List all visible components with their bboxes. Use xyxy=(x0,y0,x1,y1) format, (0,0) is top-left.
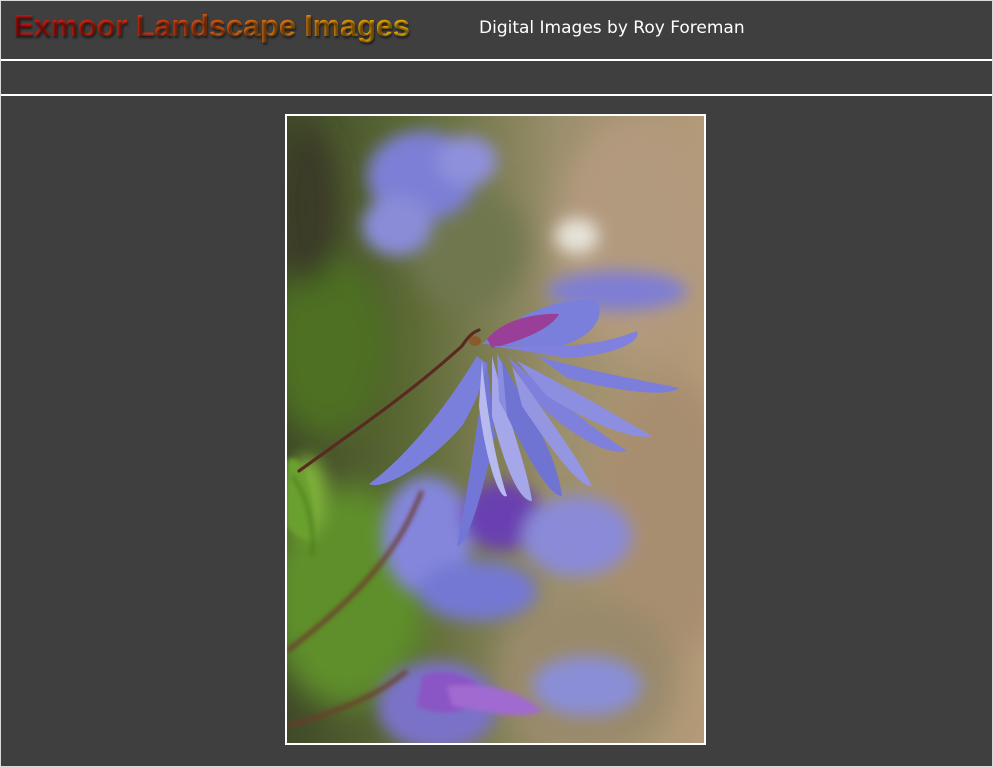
clematis-flower-photo xyxy=(287,116,704,743)
photo-frame xyxy=(285,114,706,745)
site-header: Exmoor Landscape Images Digital Images b… xyxy=(1,1,992,61)
page: Exmoor Landscape Images Digital Images b… xyxy=(0,0,993,767)
site-title[interactable]: Exmoor Landscape Images xyxy=(13,8,410,44)
site-subtitle: Digital Images by Roy Foreman xyxy=(479,18,745,38)
nav-bar xyxy=(1,61,992,96)
